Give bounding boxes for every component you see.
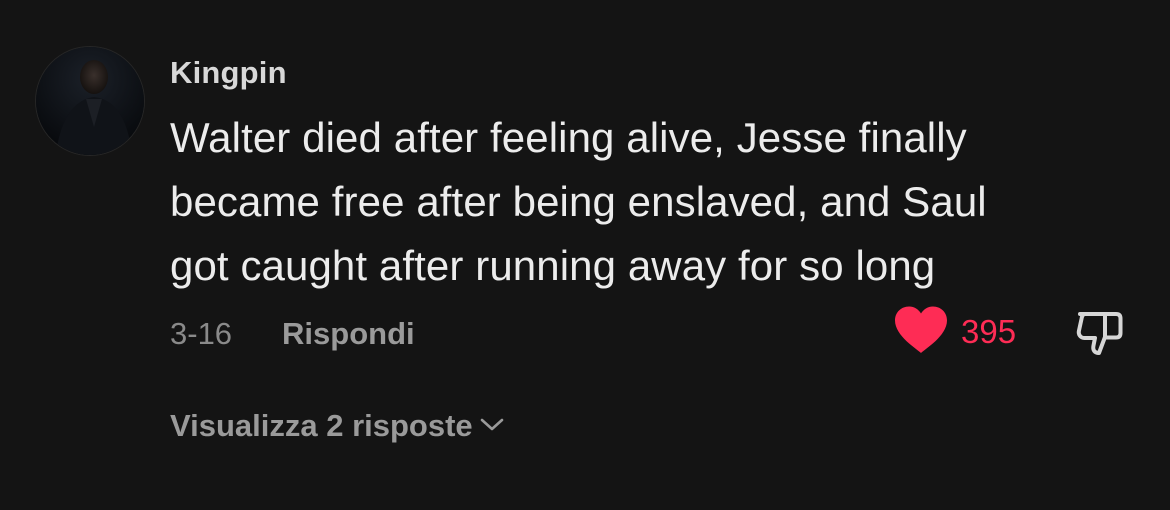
- comment-text-line: Walter died after feeling alive, Jesse f…: [170, 114, 967, 161]
- comment-username[interactable]: Kingpin: [170, 55, 287, 91]
- comment-text-line: got caught after running away for so lon…: [170, 242, 936, 289]
- like-count: 395: [961, 313, 1017, 350]
- comment-date: 3-16: [170, 316, 233, 351]
- comment-meta: 3-16 Rispondi: [170, 312, 415, 356]
- comment-text-line: became free after being enslaved, and Sa…: [170, 178, 987, 225]
- thumbs-down-icon[interactable]: [1072, 304, 1128, 360]
- avatar[interactable]: [36, 47, 144, 155]
- reply-button[interactable]: Rispondi: [282, 316, 415, 352]
- like-button[interactable]: 395: [893, 306, 1016, 358]
- view-replies-label[interactable]: Visualizza 2 risposte: [170, 408, 473, 444]
- heart-icon[interactable]: [893, 305, 949, 360]
- comment-text: Walter died after feeling alive, Jesse f…: [170, 106, 1130, 298]
- comment-item: Kingpin Walter died after feeling alive,…: [0, 0, 1170, 510]
- view-replies-button[interactable]: Visualizza 2 risposte: [170, 404, 505, 448]
- avatar-image: [36, 47, 144, 155]
- chevron-down-icon[interactable]: [479, 414, 505, 439]
